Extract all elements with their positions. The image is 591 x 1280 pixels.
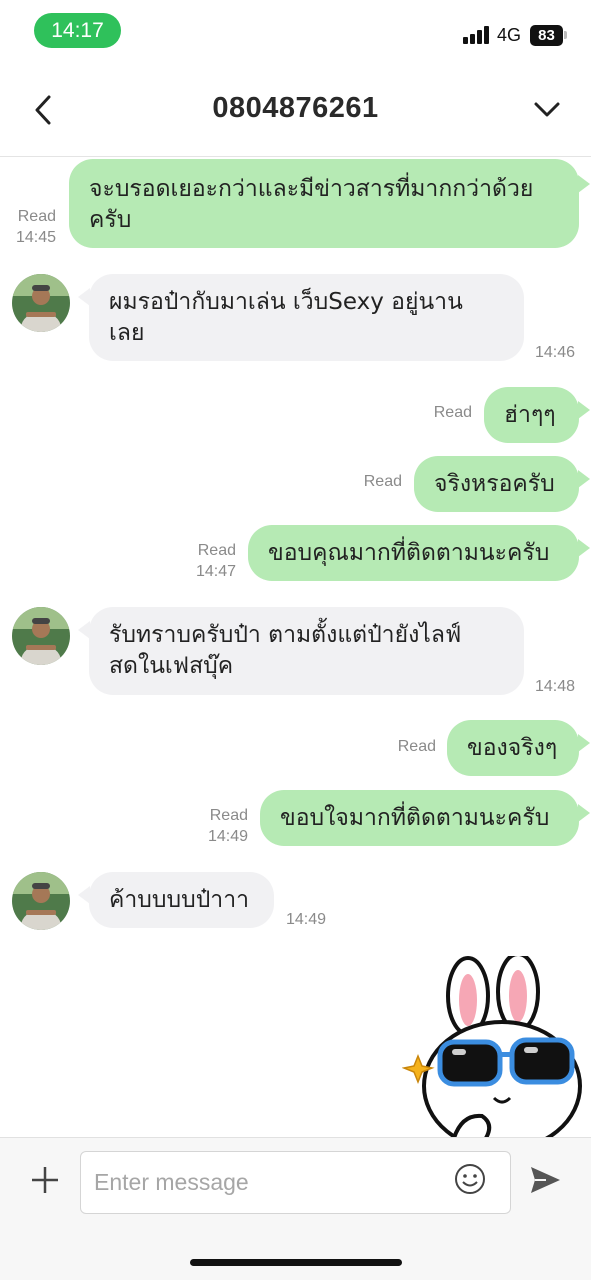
- message-line: เลย: [109, 320, 145, 346]
- back-icon[interactable]: [30, 92, 56, 128]
- message-line: ครับ: [89, 207, 132, 233]
- emoji-icon[interactable]: [454, 1163, 486, 1195]
- outgoing-message[interactable]: ของจริงๆ: [447, 720, 579, 776]
- message-text: ของจริงๆ: [467, 734, 558, 761]
- battery-icon: 83: [530, 25, 563, 46]
- message-line: รับทราบครับป๋า ตามตั้งแต่ป๋ายังไลฟ์: [109, 622, 462, 648]
- avatar[interactable]: [12, 274, 70, 332]
- bubble-tail: [578, 539, 590, 557]
- outgoing-message[interactable]: จริงหรอครับ: [414, 456, 579, 512]
- send-icon[interactable]: [528, 1164, 562, 1196]
- chat-title: 0804876261: [212, 92, 379, 124]
- message-time: 14:49: [286, 911, 327, 928]
- read-status: Read: [397, 738, 436, 755]
- avatar[interactable]: [12, 607, 70, 665]
- message-line: ผมรอป๋ากับมาเล่น เว็บSexy อยู่นาน: [109, 289, 463, 315]
- bubble-tail: [78, 886, 90, 904]
- bubble-tail: [578, 175, 590, 193]
- header-divider: [0, 156, 591, 157]
- bubble-tail: [78, 288, 90, 306]
- bubble-tail: [78, 621, 90, 639]
- message-line: สดในเฟสบุ๊ค: [109, 653, 234, 679]
- bubble-tail: [578, 734, 590, 752]
- outgoing-message[interactable]: จะบรอดเยอะกว่าและมีข่าวสารที่มากกว่าด้วย…: [69, 159, 579, 248]
- message-input[interactable]: [80, 1151, 511, 1214]
- bubble-tail: [578, 470, 590, 488]
- read-status: Read: [363, 473, 402, 490]
- message-line: จะบรอดเยอะกว่าและมีข่าวสารที่มากกว่าด้วย: [89, 176, 534, 202]
- read-status: Read 14:49: [207, 807, 248, 845]
- sticker[interactable]: [402, 956, 591, 1138]
- message-text: ขอบคุณมากที่ติดตามนะครับ: [268, 539, 550, 566]
- battery-tip: [564, 31, 567, 39]
- status-time: 14:17: [34, 13, 121, 48]
- incoming-message[interactable]: ค้าบบบบป๋าาา: [89, 872, 274, 928]
- outgoing-message[interactable]: ฮ่าๆๆ: [484, 387, 579, 443]
- plus-icon[interactable]: [30, 1165, 60, 1195]
- outgoing-message[interactable]: ขอบคุณมากที่ติดตามนะครับ: [248, 525, 579, 581]
- home-indicator: [190, 1259, 402, 1266]
- message-time: 14:46: [535, 344, 576, 361]
- read-status: Read 14:47: [195, 542, 236, 580]
- message-text: ค้าบบบบป๋าาา: [109, 886, 250, 913]
- outgoing-message[interactable]: ขอบใจมากที่ติดตามนะครับ: [260, 790, 579, 846]
- signal-icon: [463, 26, 491, 44]
- incoming-message[interactable]: รับทราบครับป๋า ตามตั้งแต่ป๋ายังไลฟ์ สดใน…: [89, 607, 524, 695]
- bubble-tail: [578, 401, 590, 419]
- message-text: จริงหรอครับ: [434, 470, 555, 497]
- bubble-tail: [578, 804, 590, 822]
- message-time: 14:48: [535, 678, 576, 695]
- chevron-down-icon[interactable]: [532, 96, 562, 124]
- avatar[interactable]: [12, 872, 70, 930]
- read-status: Read 14:45: [15, 208, 56, 246]
- incoming-message[interactable]: ผมรอป๋ากับมาเล่น เว็บSexy อยู่นาน เลย: [89, 274, 524, 361]
- message-text: ขอบใจมากที่ติดตามนะครับ: [280, 804, 550, 831]
- read-status: Read: [433, 404, 472, 421]
- message-text: ฮ่าๆๆ: [504, 401, 556, 428]
- network-type: 4G: [497, 25, 522, 45]
